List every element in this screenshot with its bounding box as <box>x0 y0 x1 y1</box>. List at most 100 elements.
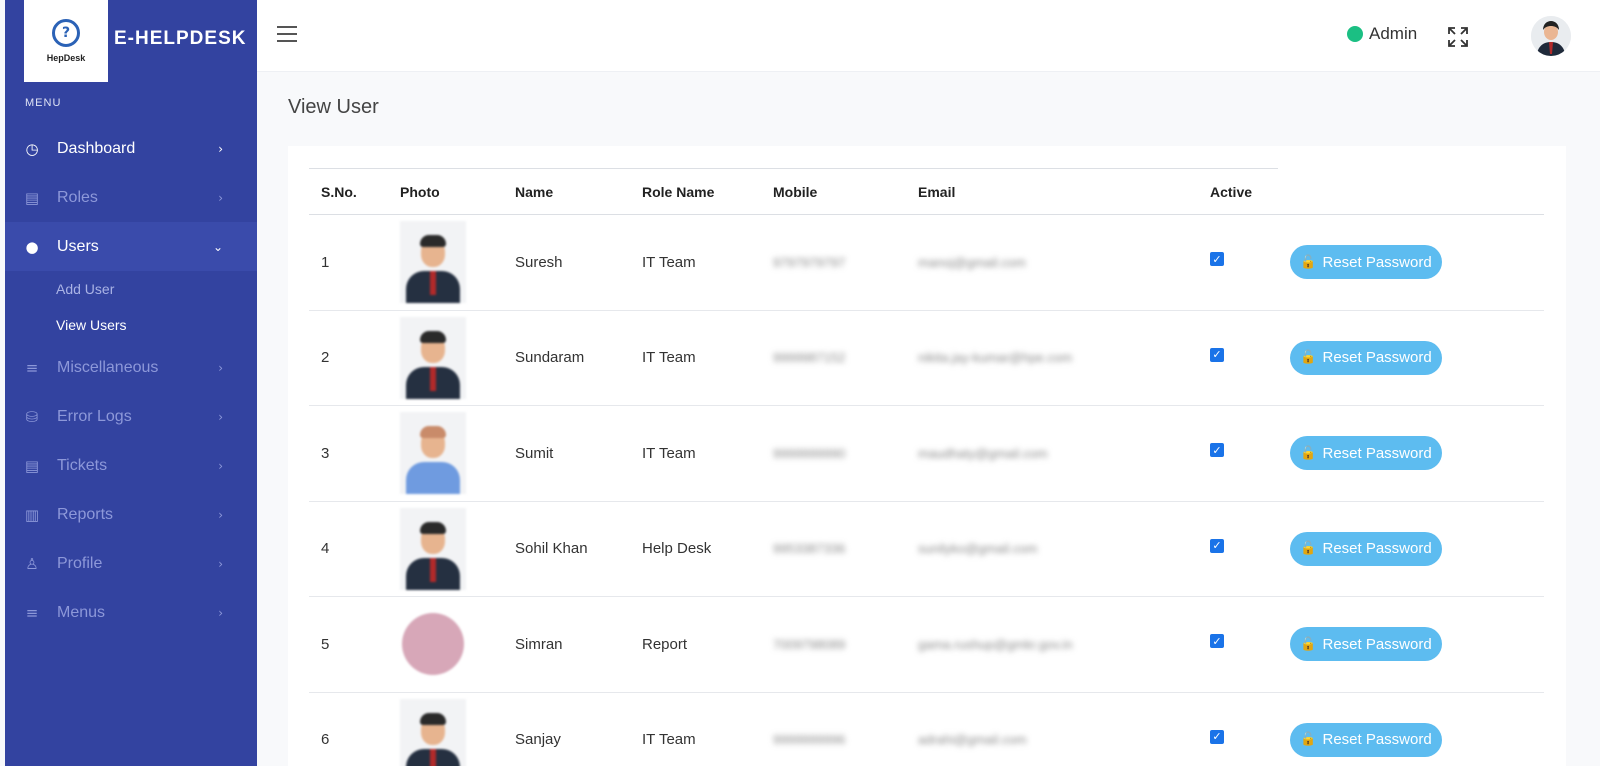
cell-sno: 3 <box>309 405 388 502</box>
cell-sno: 1 <box>309 214 388 311</box>
email-value: maudhaty@gmail.com <box>918 445 1048 461</box>
user-photo <box>400 221 466 304</box>
user-photo <box>400 316 466 399</box>
user-name[interactable]: Admin <box>1369 24 1417 44</box>
mobile-value: 9999999996 <box>773 732 846 748</box>
menu-icon: ≡ <box>25 603 39 622</box>
cell-email: manoj@gmail.com <box>906 214 1198 311</box>
sidebar-item-label: Miscellaneous <box>57 358 159 376</box>
unlock-icon: 🔓 <box>1300 254 1317 270</box>
column-header-sno: S.No. <box>309 168 388 215</box>
gauge-icon: ◷ <box>25 139 39 158</box>
reset-password-button[interactable]: 🔓 Reset Password <box>1290 531 1442 566</box>
sidebar-item-users[interactable]: ● Users ⌄ <box>5 222 257 271</box>
profile-icon: ♙ <box>25 554 39 573</box>
cell-active: ✓ <box>1198 310 1278 406</box>
cell-active: ✓ <box>1198 214 1278 311</box>
table-row: 4 Sohil Khan Help Desk 9953387336 sunily… <box>309 501 1544 597</box>
unlock-icon: 🔓 <box>1300 541 1317 557</box>
sidebar-item-profile[interactable]: ♙ Profile › <box>5 539 257 588</box>
logo[interactable]: ? HepDesk <box>24 0 108 82</box>
chevron-down-icon: ⌄ <box>212 239 223 254</box>
reset-password-label: Reset Password <box>1322 731 1432 749</box>
user-photo <box>400 412 466 495</box>
cell-active: ✓ <box>1198 405 1278 502</box>
sidebar-item-miscellaneous[interactable]: ≡ Miscellaneous › <box>5 343 257 392</box>
cell-actions: 🔓 Reset Password <box>1278 310 1544 406</box>
sidebar-item-label: Tickets <box>57 456 108 474</box>
cell-mobile: 7009798089 <box>761 596 906 693</box>
email-value: sunilyko@gmail.com <box>918 541 1038 557</box>
cell-email: maudhaty@gmail.com <box>906 405 1198 502</box>
user-photo <box>402 613 464 676</box>
chevron-right-icon: › <box>218 507 223 522</box>
fullscreen-icon[interactable] <box>1447 26 1469 48</box>
sidebar-item-roles[interactable]: ▤ Roles › <box>5 173 257 222</box>
column-header-email: Email <box>906 168 1198 215</box>
table-row: 2 Sundaram IT Team 9999987152 nikita.jay… <box>309 310 1544 406</box>
cell-photo <box>388 596 503 693</box>
reset-password-button[interactable]: 🔓 Reset Password <box>1290 722 1442 757</box>
user-photo <box>400 698 466 766</box>
online-status-icon <box>1347 26 1363 42</box>
cell-role: Help Desk <box>630 501 761 597</box>
sidebar-item-label: Dashboard <box>57 139 136 157</box>
column-header-actions <box>1278 168 1544 215</box>
sidebar-item-dashboard[interactable]: ◷ Dashboard › <box>5 124 257 173</box>
avatar[interactable] <box>1531 16 1571 56</box>
reset-password-button[interactable]: 🔓 Reset Password <box>1290 627 1442 662</box>
sidebar-item-error-logs[interactable]: ⛁ Error Logs › <box>5 392 257 441</box>
users-card: S.No. Photo Name Role Name Mobile Email … <box>288 146 1566 766</box>
sidebar-item-label: Profile <box>57 554 103 572</box>
reset-password-button[interactable]: 🔓 Reset Password <box>1290 340 1442 375</box>
sidebar-subitem-add-user[interactable]: Add User <box>5 271 257 307</box>
reset-password-button[interactable]: 🔓 Reset Password <box>1290 245 1442 280</box>
sidebar-item-tickets[interactable]: ▤ Tickets › <box>5 441 257 490</box>
active-checkbox[interactable]: ✓ <box>1210 729 1224 744</box>
cell-actions: 🔓 Reset Password <box>1278 214 1544 311</box>
cell-photo <box>388 501 503 597</box>
mobile-value: 9797979797 <box>773 254 846 270</box>
sidebar-item-label: Reports <box>57 505 114 523</box>
table-header-row: S.No. Photo Name Role Name Mobile Email … <box>309 168 1544 215</box>
column-header-active: Active <box>1198 168 1278 215</box>
column-header-role: Role Name <box>630 168 761 215</box>
page-title: View User <box>288 96 379 118</box>
active-checkbox[interactable]: ✓ <box>1210 252 1224 267</box>
logo-text: HepDesk <box>46 53 86 63</box>
top-bar: Admin <box>257 0 1600 72</box>
cell-mobile: 9999999996 <box>761 692 906 766</box>
column-header-photo: Photo <box>388 168 503 215</box>
cell-photo <box>388 310 503 406</box>
active-checkbox[interactable]: ✓ <box>1210 347 1224 362</box>
chevron-right-icon: › <box>218 605 223 620</box>
sidebar-item-reports[interactable]: ▥ Reports › <box>5 490 257 539</box>
reset-password-button[interactable]: 🔓 Reset Password <box>1290 436 1442 471</box>
sidebar-item-label: Roles <box>57 188 98 206</box>
unlock-icon: 🔓 <box>1300 732 1317 748</box>
cell-active: ✓ <box>1198 596 1278 693</box>
email-value: nikita.jay-kumar@hpe.com <box>918 350 1073 366</box>
mobile-value: 9999987152 <box>773 350 846 366</box>
table-row: 5 Simran Report 7009798089 gama.rushup@g… <box>309 596 1544 693</box>
active-checkbox[interactable]: ✓ <box>1210 634 1224 649</box>
hamburger-icon[interactable] <box>277 26 297 42</box>
cell-email: nikita.jay-kumar@hpe.com <box>906 310 1198 406</box>
sidebar-item-label: Error Logs <box>57 407 132 425</box>
cell-mobile: 9953387336 <box>761 501 906 597</box>
table-row: 3 Sumit IT Team 9999999990 maudhaty@gmai… <box>309 405 1544 502</box>
user-icon: ● <box>25 237 39 256</box>
cell-email: gama.rushup@gmkr.gov.in <box>906 596 1198 693</box>
email-value: gama.rushup@gmkr.gov.in <box>918 636 1073 652</box>
cell-name: Suresh <box>503 214 630 311</box>
sidebar-item-menus[interactable]: ≡ Menus › <box>5 588 257 637</box>
bar-chart-icon: ▥ <box>24 505 40 524</box>
cell-actions: 🔓 Reset Password <box>1278 692 1544 766</box>
sidebar-subitem-view-users[interactable]: View Users <box>5 307 257 343</box>
sidebar-item-label: Users <box>57 237 99 255</box>
active-checkbox[interactable]: ✓ <box>1210 538 1224 553</box>
mobile-value: 7009798089 <box>773 636 846 652</box>
cell-role: IT Team <box>630 214 761 311</box>
active-checkbox[interactable]: ✓ <box>1210 443 1224 458</box>
reset-password-label: Reset Password <box>1322 349 1432 367</box>
